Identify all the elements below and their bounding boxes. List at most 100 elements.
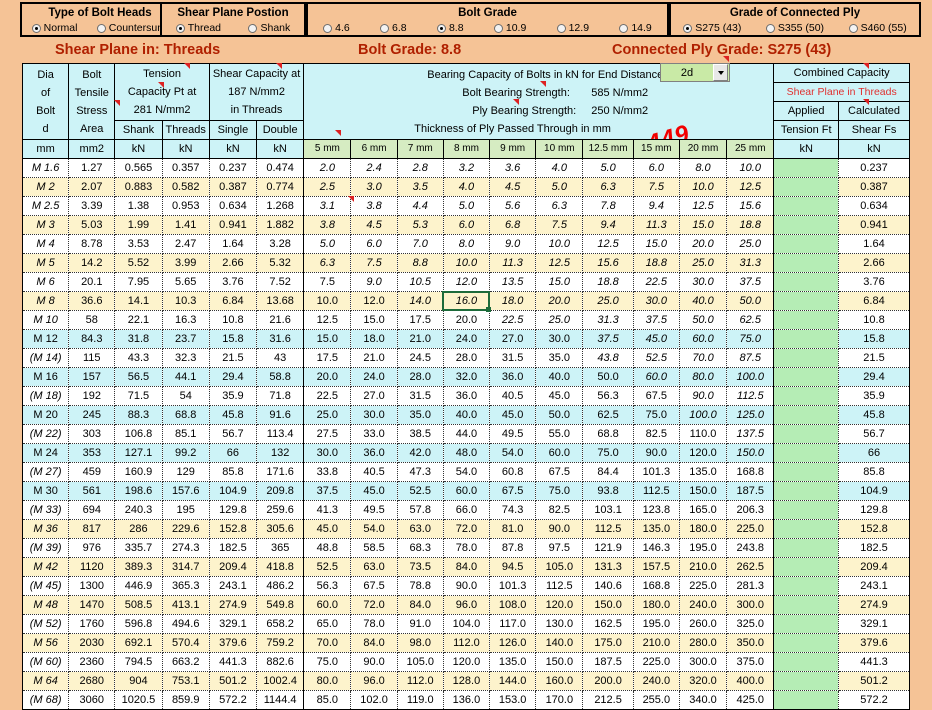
cell-bearing-capacity[interactable]: 66.0	[442, 500, 491, 520]
cell-bolt-diameter[interactable]: (M 68)	[21, 690, 70, 710]
cell-bolt-diameter[interactable]: (M 14)	[21, 348, 70, 368]
cell-shear-double[interactable]: 1144.4	[256, 690, 305, 710]
cell-shear-single[interactable]: 29.4	[208, 367, 258, 387]
cell-bearing-capacity[interactable]: 4.0	[442, 177, 491, 197]
cell-tensile-stress-area[interactable]: 1760	[68, 614, 116, 634]
cell-bearing-capacity[interactable]: 97.5	[535, 538, 584, 558]
cell-bearing-capacity[interactable]: 18.0	[489, 291, 537, 311]
cell-bearing-capacity[interactable]: 4.5	[489, 177, 537, 197]
cell-bearing-capacity[interactable]: 225.0	[632, 652, 680, 672]
cell-bearing-capacity[interactable]: 22.5	[632, 272, 680, 292]
cell-bearing-capacity[interactable]: 117.0	[489, 614, 537, 634]
cell-bearing-capacity[interactable]: 33.0	[350, 424, 398, 444]
cell-shear-double[interactable]: 1.268	[256, 196, 305, 216]
cell-bearing-capacity[interactable]: 50.0	[678, 310, 728, 330]
cell-bearing-capacity[interactable]: 165.0	[678, 500, 728, 520]
cell-calculated-shear-fs[interactable]: 441.3	[838, 652, 910, 672]
cell-shear-single[interactable]: 45.8	[208, 405, 258, 425]
cell-bearing-capacity[interactable]: 425.0	[726, 690, 775, 710]
cell-tensile-stress-area[interactable]: 84.3	[68, 329, 116, 349]
cell-tension-shank[interactable]: 106.8	[114, 424, 163, 444]
cell-bearing-capacity[interactable]: 50.0	[535, 405, 584, 425]
cell-bearing-capacity[interactable]: 195.0	[632, 614, 680, 634]
cell-shear-single[interactable]: 15.8	[208, 329, 258, 349]
cell-bearing-capacity[interactable]: 3.1	[303, 196, 352, 216]
cell-tension-shank[interactable]: 127.1	[114, 443, 163, 463]
cell-bearing-capacity[interactable]: 40.0	[442, 405, 491, 425]
cell-tensile-stress-area[interactable]: 3.39	[68, 196, 116, 216]
cell-bearing-capacity[interactable]: 24.0	[442, 329, 491, 349]
table-row[interactable]: M 36 817 286 229.6 152.8 305.6 45.0 54.0 63.0 72.…	[21, 519, 910, 539]
cell-tensile-stress-area[interactable]: 817	[68, 519, 116, 539]
cell-shear-double[interactable]: 418.8	[256, 557, 305, 577]
cell-bolt-diameter[interactable]: M 42	[21, 557, 70, 577]
cell-tension-threads[interactable]: 0.357	[161, 158, 210, 178]
cell-bearing-capacity[interactable]: 54.0	[442, 462, 491, 482]
cell-tension-threads[interactable]: 3.99	[161, 253, 210, 273]
cell-bearing-capacity[interactable]: 140.6	[582, 576, 634, 596]
cell-bearing-capacity[interactable]: 81.0	[489, 519, 537, 539]
table-row[interactable]: M 24 353 127.1 99.2 66 132 30.0 36.0 42.0 48.0 54.…	[21, 443, 910, 463]
cell-bearing-capacity[interactable]: 85.0	[303, 690, 352, 710]
cell-bearing-capacity[interactable]: 80.0	[303, 671, 352, 691]
cell-applied-tension-ft[interactable]	[773, 272, 840, 292]
cell-bearing-capacity[interactable]: 93.8	[582, 481, 634, 501]
cell-calculated-shear-fs[interactable]: 85.8	[838, 462, 910, 482]
cell-tension-shank[interactable]: 240.3	[114, 500, 163, 520]
radio-bolt-grade-12-9[interactable]: 12.9	[556, 22, 589, 34]
cell-shear-single[interactable]: 0.237	[208, 158, 258, 178]
cell-tensile-stress-area[interactable]: 2.07	[68, 177, 116, 197]
cell-bearing-capacity[interactable]: 48.0	[442, 443, 491, 463]
cell-bearing-capacity[interactable]: 67.5	[489, 481, 537, 501]
cell-bearing-capacity[interactable]: 68.3	[396, 538, 444, 558]
cell-shear-double[interactable]: 0.774	[256, 177, 305, 197]
cell-bearing-capacity[interactable]: 200.0	[582, 671, 634, 691]
cell-shear-single[interactable]: 152.8	[208, 519, 258, 539]
table-row[interactable]: (M 18) 192 71.5 54 35.9 71.8 22.5 27.0 31.5 36.0 4…	[21, 386, 910, 406]
cell-bearing-capacity[interactable]: 63.0	[350, 557, 398, 577]
cell-bearing-capacity[interactable]: 52.5	[396, 481, 444, 501]
cell-bearing-capacity[interactable]: 126.0	[489, 633, 537, 653]
cell-bearing-capacity[interactable]: 25.0	[535, 310, 584, 330]
cell-calculated-shear-fs[interactable]: 329.1	[838, 614, 910, 634]
cell-bearing-capacity[interactable]: 10.0	[678, 177, 728, 197]
cell-bearing-capacity[interactable]: 15.0	[632, 234, 680, 254]
cell-bearing-capacity[interactable]: 40.0	[535, 367, 584, 387]
cell-tension-shank[interactable]: 5.52	[114, 253, 163, 273]
cell-bearing-capacity[interactable]: 206.3	[726, 500, 775, 520]
cell-bearing-capacity[interactable]: 6.3	[582, 177, 634, 197]
cell-bearing-capacity[interactable]: 144.0	[489, 671, 537, 691]
cell-bearing-capacity[interactable]: 125.0	[726, 405, 775, 425]
cell-shear-double[interactable]: 1002.4	[256, 671, 305, 691]
cell-bearing-capacity[interactable]: 112.0	[442, 633, 491, 653]
cell-bearing-capacity[interactable]: 32.0	[442, 367, 491, 387]
cell-bearing-capacity[interactable]: 27.0	[489, 329, 537, 349]
cell-shear-single[interactable]: 3.76	[208, 272, 258, 292]
cell-bearing-capacity[interactable]: 5.0	[582, 158, 634, 178]
cell-tensile-stress-area[interactable]: 5.03	[68, 215, 116, 235]
cell-bearing-capacity[interactable]: 150.0	[678, 481, 728, 501]
cell-bearing-capacity[interactable]: 120.0	[442, 652, 491, 672]
cell-bearing-capacity[interactable]: 63.0	[396, 519, 444, 539]
cell-bearing-capacity[interactable]: 90.0	[678, 386, 728, 406]
table-row[interactable]: (M 14) 115 43.3 32.3 21.5 43 17.5 21.0 24.5 28.0 3…	[21, 348, 910, 368]
cell-bearing-capacity[interactable]: 112.5	[726, 386, 775, 406]
cell-tension-shank[interactable]: 692.1	[114, 633, 163, 653]
cell-bearing-capacity[interactable]: 5.6	[489, 196, 537, 216]
cell-applied-tension-ft[interactable]	[773, 177, 840, 197]
cell-bearing-capacity[interactable]: 37.5	[726, 272, 775, 292]
cell-bearing-capacity[interactable]: 100.0	[726, 367, 775, 387]
cell-bearing-capacity[interactable]: 45.0	[350, 481, 398, 501]
cell-bearing-capacity[interactable]: 225.0	[678, 576, 728, 596]
cell-bearing-capacity[interactable]: 87.5	[726, 348, 775, 368]
cell-bearing-capacity[interactable]: 90.0	[632, 443, 680, 463]
cell-shear-single[interactable]: 379.6	[208, 633, 258, 653]
cell-bearing-capacity[interactable]: 20.0	[535, 291, 584, 311]
cell-bearing-capacity[interactable]: 15.0	[303, 329, 352, 349]
cell-bearing-capacity[interactable]: 168.8	[726, 462, 775, 482]
cell-bearing-capacity[interactable]: 49.5	[489, 424, 537, 444]
cell-bearing-capacity[interactable]: 135.0	[632, 519, 680, 539]
cell-bolt-diameter[interactable]: M 64	[21, 671, 70, 691]
cell-bearing-capacity[interactable]: 101.3	[489, 576, 537, 596]
cell-bearing-capacity[interactable]: 56.3	[582, 386, 634, 406]
